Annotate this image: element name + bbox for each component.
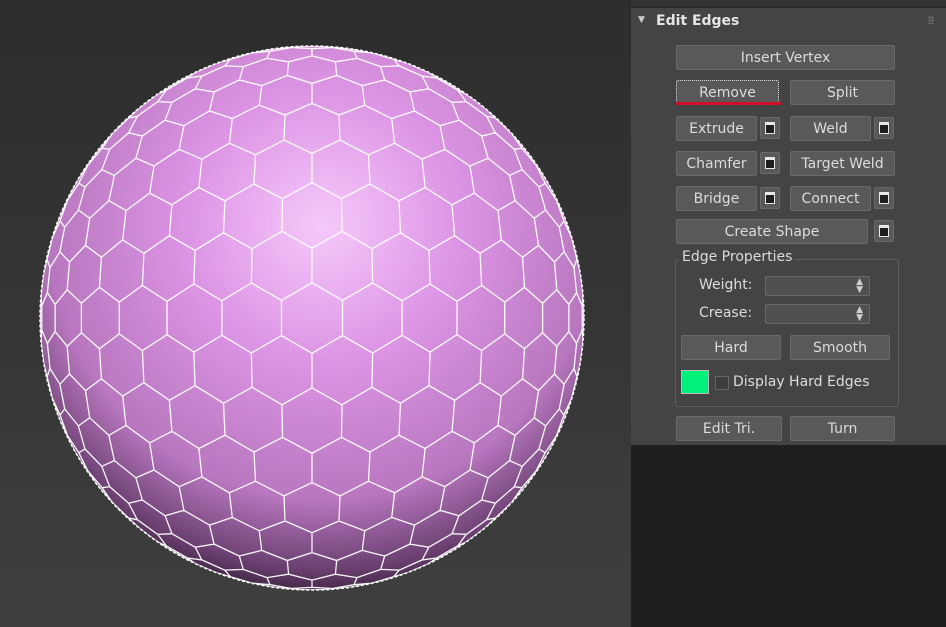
- chamfer-button[interactable]: Chamfer: [676, 151, 757, 176]
- connect-settings-button[interactable]: [874, 187, 894, 209]
- weld-button[interactable]: Weld: [790, 116, 871, 141]
- bridge-settings-button[interactable]: [760, 187, 780, 209]
- edit-tri-button[interactable]: Edit Tri.: [676, 416, 782, 441]
- rollout-header[interactable]: ▼ Edit Edges: [631, 8, 946, 36]
- viewport[interactable]: [0, 0, 631, 627]
- remove-button-highlight: [676, 102, 781, 105]
- rollout-title: Edit Edges: [656, 13, 740, 29]
- weight-label: Weight:: [699, 277, 753, 293]
- display-hard-edges-checkbox[interactable]: [715, 376, 729, 390]
- hard-edge-color-swatch[interactable]: [681, 370, 709, 394]
- hard-button[interactable]: Hard: [681, 335, 781, 360]
- sphere-mesh[interactable]: [0, 0, 631, 627]
- extrude-button[interactable]: Extrude: [676, 116, 757, 141]
- settings-window-icon: [765, 122, 775, 134]
- collapse-arrow-icon[interactable]: ▼: [638, 15, 645, 25]
- target-weld-button[interactable]: Target Weld: [790, 151, 895, 176]
- display-hard-edges-label: Display Hard Edges: [733, 374, 870, 390]
- turn-button[interactable]: Turn: [790, 416, 895, 441]
- edit-edges-rollout: ▼ Edit Edges Insert Vertex Remove Split …: [631, 8, 946, 445]
- bridge-button[interactable]: Bridge: [676, 186, 757, 211]
- edge-properties-label: Edge Properties: [679, 249, 796, 265]
- extrude-settings-button[interactable]: [760, 117, 780, 139]
- settings-window-icon: [765, 192, 775, 204]
- command-panel: ▼ Edit Edges Insert Vertex Remove Split …: [631, 0, 946, 627]
- spinner-arrows-icon[interactable]: ▲ ▼: [856, 278, 863, 295]
- connect-button[interactable]: Connect: [790, 186, 871, 211]
- create-shape-settings-button[interactable]: [874, 220, 894, 242]
- insert-vertex-button[interactable]: Insert Vertex: [676, 45, 895, 70]
- settings-window-icon: [879, 225, 889, 237]
- create-shape-button[interactable]: Create Shape: [676, 219, 868, 244]
- settings-window-icon: [879, 192, 889, 204]
- weld-settings-button[interactable]: [874, 117, 894, 139]
- weight-spinner[interactable]: ▲ ▼: [765, 276, 870, 296]
- settings-window-icon: [879, 122, 889, 134]
- spinner-arrows-icon[interactable]: ▲ ▼: [856, 306, 863, 323]
- chamfer-settings-button[interactable]: [760, 152, 780, 174]
- settings-window-icon: [765, 157, 775, 169]
- crease-spinner[interactable]: ▲ ▼: [765, 304, 870, 324]
- drag-grip-icon[interactable]: [928, 16, 934, 24]
- smooth-button[interactable]: Smooth: [790, 335, 890, 360]
- crease-label: Crease:: [699, 305, 753, 321]
- split-button[interactable]: Split: [790, 80, 895, 105]
- panel-top-strip: [631, 0, 946, 8]
